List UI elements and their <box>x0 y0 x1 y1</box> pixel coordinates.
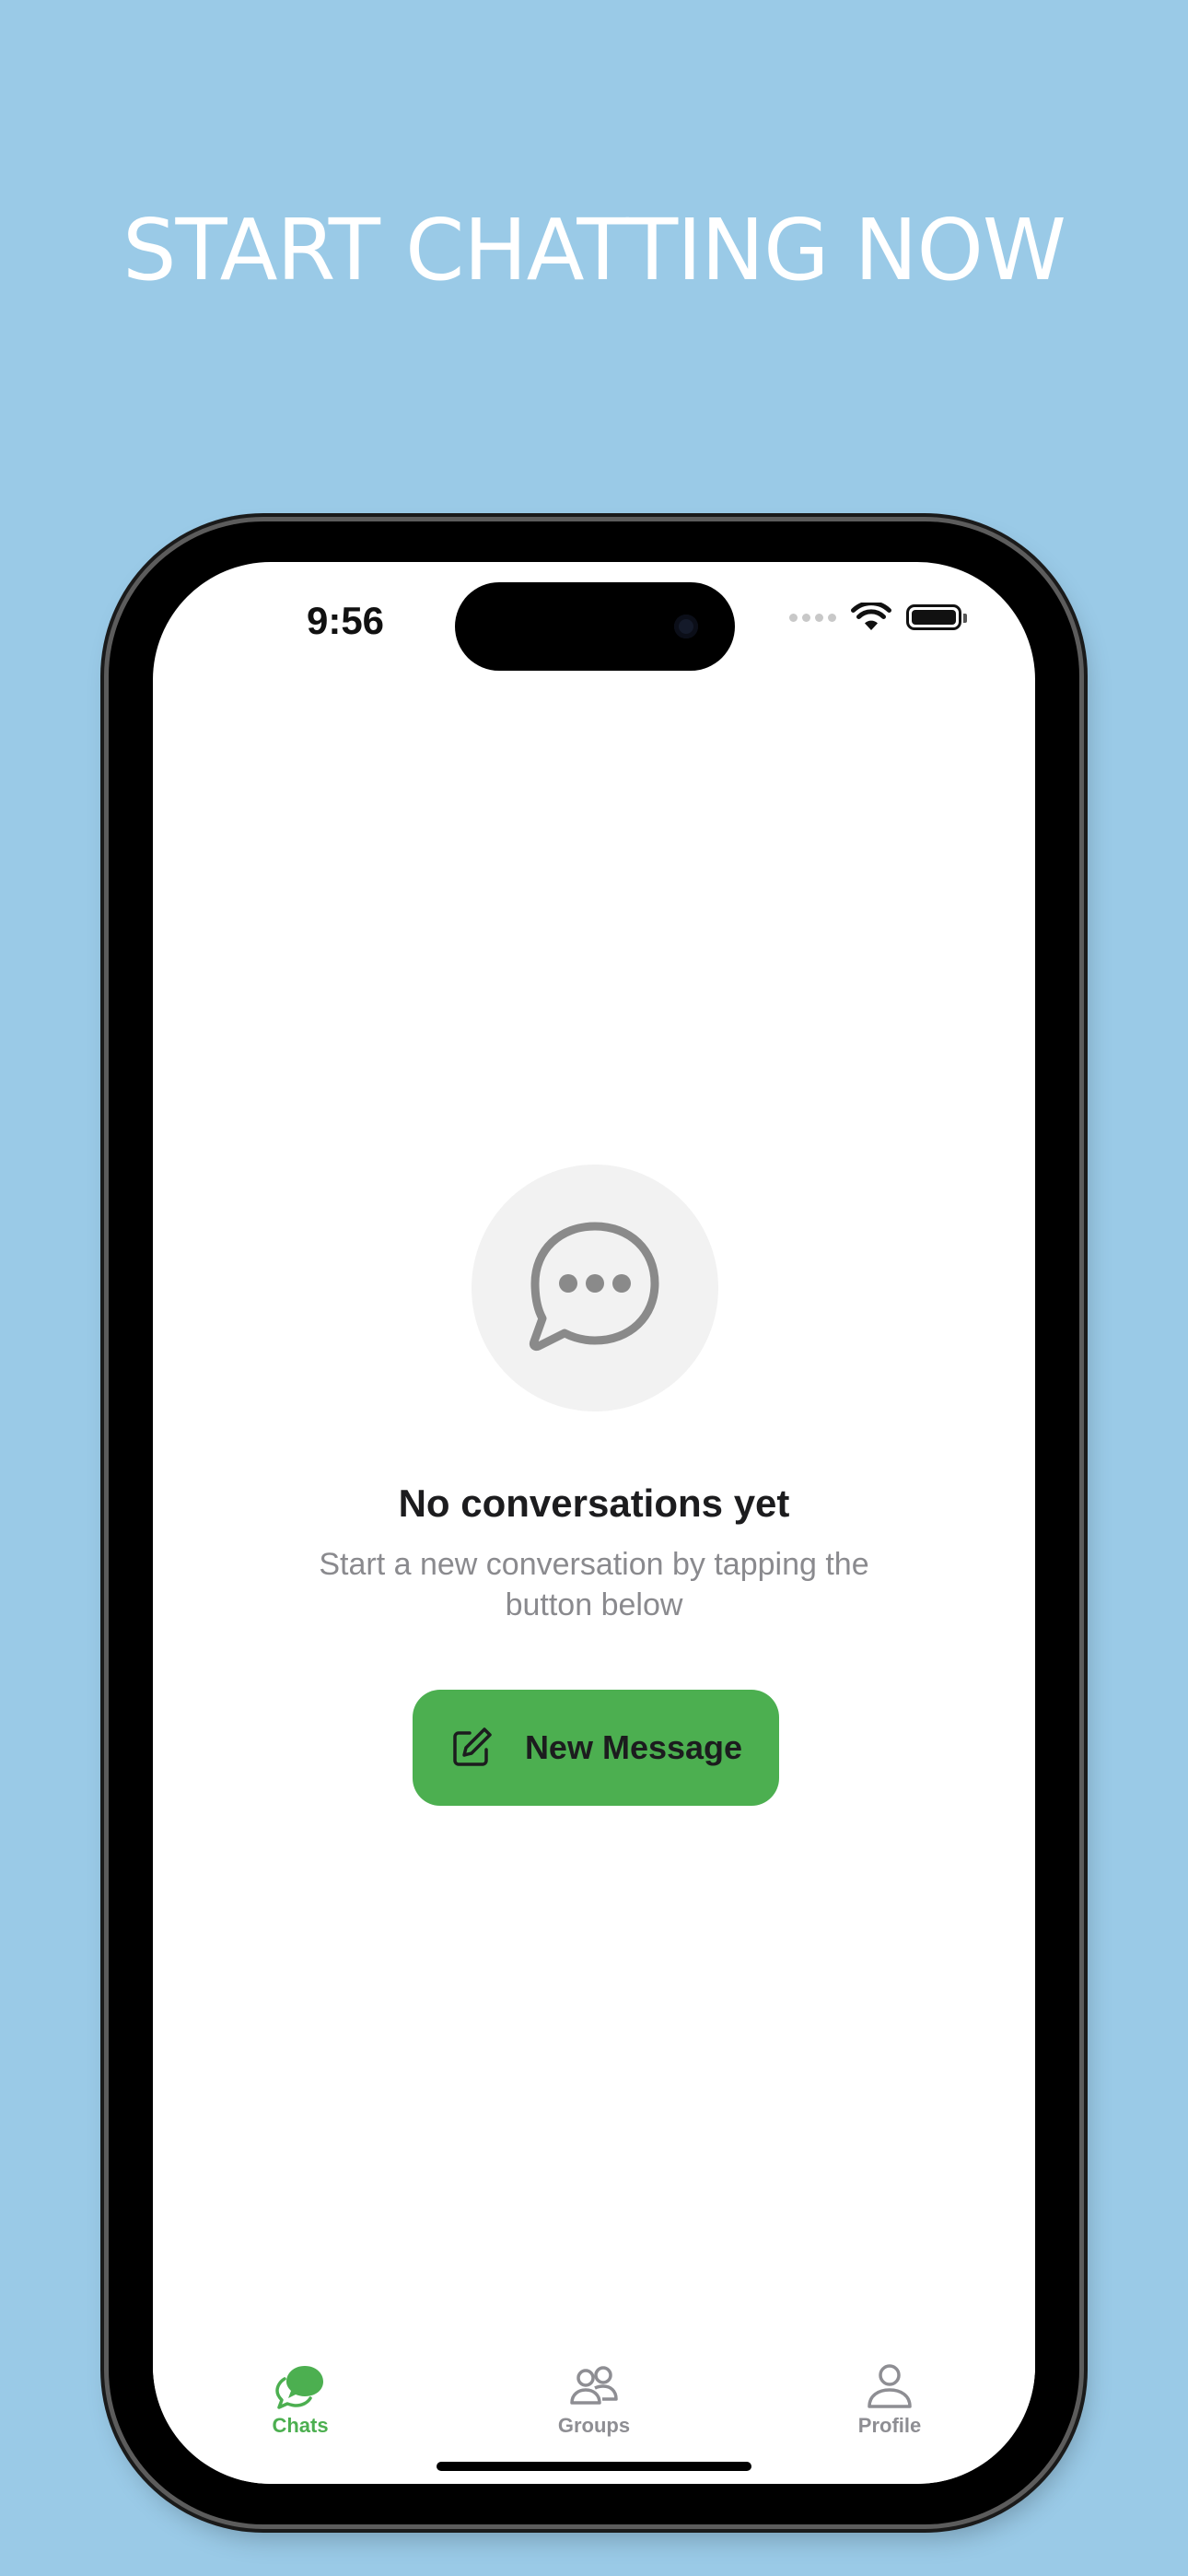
new-message-button[interactable]: New Message <box>413 1690 779 1806</box>
status-indicators <box>789 603 967 632</box>
status-time: 9:56 <box>306 599 385 642</box>
home-indicator[interactable] <box>437 2462 751 2471</box>
chat-bubbles-icon <box>275 2366 323 2409</box>
empty-state-subtitle: Start a new conversation by tapping the … <box>319 1547 869 1622</box>
chat-bubble-ellipsis-icon <box>529 1222 659 1352</box>
empty-state-icon-container <box>472 1165 718 1411</box>
phone-screen: 9:56 No conversations yet Start a new co… <box>153 562 1035 2484</box>
tab-profile[interactable]: Profile <box>816 2346 963 2465</box>
front-camera <box>674 615 698 638</box>
tab-groups[interactable]: Groups <box>520 2346 668 2465</box>
tab-chats[interactable]: Chats <box>227 2346 374 2465</box>
new-message-label: New Message <box>524 1728 743 1766</box>
battery-icon <box>906 604 967 630</box>
dynamic-island <box>455 582 735 671</box>
person-icon <box>868 2364 912 2408</box>
people-icon <box>570 2366 618 2405</box>
cellular-signal-icon <box>789 613 836 622</box>
compose-icon <box>453 1727 492 1766</box>
headline: START CHATTING NOW <box>122 201 1066 299</box>
tab-bar: Chats Groups Profile <box>153 2346 1035 2484</box>
tab-label-groups: Groups <box>557 2414 631 2437</box>
tab-label-chats: Chats <box>272 2414 329 2437</box>
wifi-icon <box>851 603 891 630</box>
empty-state-title: No conversations yet <box>398 1481 790 1525</box>
tab-label-profile: Profile <box>857 2414 922 2437</box>
